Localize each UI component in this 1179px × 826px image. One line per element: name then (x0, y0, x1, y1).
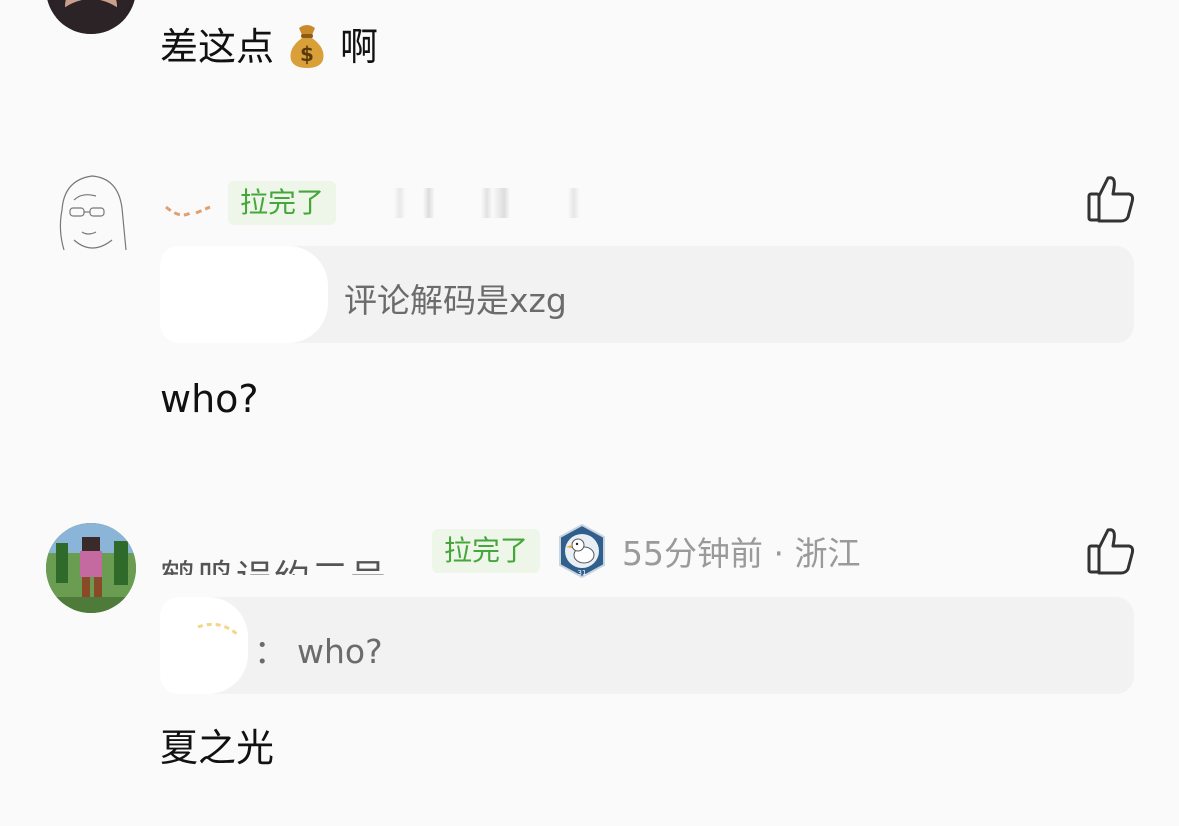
quote-username-blur-icon (197, 622, 239, 637)
comment-header: 鹤鸣误约三号 拉完了 31 55分钟前 · 浙江 (160, 523, 861, 579)
reply-quote[interactable]: ： who? (160, 597, 1134, 694)
svg-text:$: $ (300, 42, 314, 66)
quote-username-blurred (160, 597, 248, 694)
comment-thread: 差这点 $ 啊 拉完了 评论解码是xzg who? 拉完了 31 55分钟前 ·… (0, 0, 1179, 826)
quote-colon: ： (254, 632, 287, 671)
comment-text-part: 差这点 (160, 25, 275, 69)
money-bag-icon: $ (290, 25, 324, 68)
level-badge: 拉完了 (228, 181, 337, 225)
sketch-avatar-icon (59, 175, 127, 251)
level-medal-icon: 31 (559, 523, 606, 579)
level-badge: 拉完了 (432, 529, 541, 573)
user-avatar[interactable] (46, 0, 136, 34)
reply-quote[interactable]: 评论解码是xzg (160, 246, 1134, 343)
username-blurred[interactable] (160, 183, 218, 223)
comment-text: 夏之光 (160, 726, 275, 770)
avatar-photo-icon (56, 0, 126, 34)
quote-text: ： who? (254, 625, 383, 673)
pixel-art-avatar-icon (46, 523, 136, 613)
thumbs-up-icon[interactable] (1086, 172, 1136, 224)
username[interactable]: 鹤鸣误约三号 (160, 527, 422, 575)
comment-text: 差这点 $ 啊 (160, 22, 378, 71)
meta-blurred (336, 188, 627, 218)
quote-text: 评论解码是xzg (344, 281, 567, 320)
thumbs-up-icon[interactable] (1086, 524, 1136, 576)
quote-body: who? (297, 632, 383, 671)
svg-text:31: 31 (578, 569, 587, 577)
comment-text: who? (160, 377, 259, 421)
time-location: 55分钟前 · 浙江 (622, 534, 861, 573)
user-avatar[interactable] (46, 523, 136, 613)
username-text: 鹤鸣误约三号 (160, 549, 388, 575)
comment-text-part: 啊 (340, 25, 379, 69)
user-avatar[interactable] (52, 170, 132, 256)
quote-username-blurred (160, 246, 328, 343)
comment-header: 拉完了 (160, 178, 627, 228)
